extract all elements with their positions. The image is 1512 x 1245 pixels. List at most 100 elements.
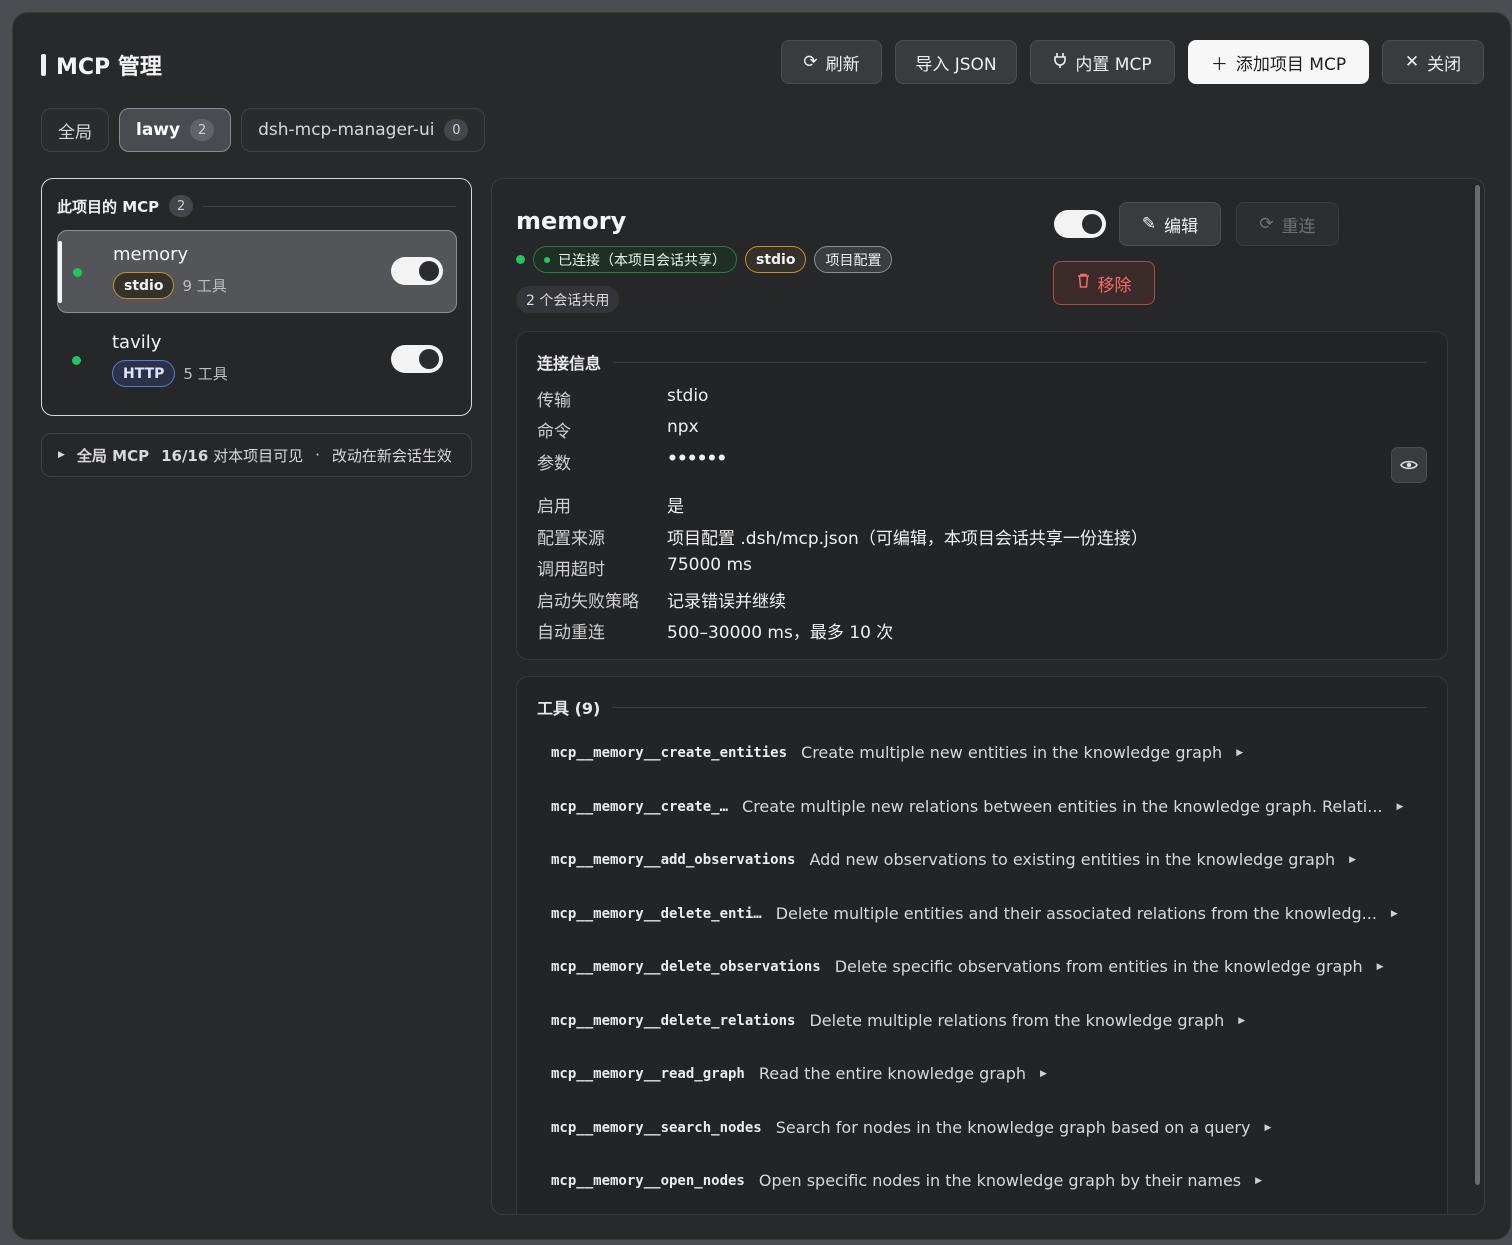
tool-item[interactable]: mcp__memory__delete_observations Delete s… bbox=[551, 957, 1384, 976]
toggle-knob bbox=[419, 261, 439, 281]
add-project-mcp-button[interactable]: ＋ 添加项目 MCP bbox=[1188, 40, 1369, 84]
global-visible-suffix: 对本项目可见 bbox=[213, 446, 304, 465]
detail-scrollbar[interactable] bbox=[1475, 185, 1480, 1185]
dialog-title: MCP 管理 bbox=[41, 49, 162, 81]
expand-arrow-icon: ▶ bbox=[1396, 801, 1404, 812]
tool-item[interactable]: mcp__memory__create_… Create multiple new… bbox=[551, 797, 1403, 816]
tool-name: mcp__memory__create_entities bbox=[551, 744, 788, 761]
remove-button[interactable]: 移除 bbox=[1053, 261, 1155, 305]
tab-count-badge: 2 bbox=[190, 119, 215, 141]
info-value: 项目配置 .dsh/mcp.json（可编辑，本项目会话共享一份连接） bbox=[667, 529, 1148, 549]
info-key: 命令 bbox=[537, 422, 571, 442]
project-mcp-title: 此项目的 MCP bbox=[57, 197, 160, 216]
project-mcp-heading: 此项目的 MCP 2 bbox=[57, 195, 456, 217]
tool-item[interactable]: mcp__memory__create_entities Create multi… bbox=[551, 743, 1243, 762]
plug-icon bbox=[1053, 52, 1067, 73]
tool-description: Add new observations to existing entitie… bbox=[809, 850, 1336, 869]
expand-arrow-icon: ▶ bbox=[1349, 854, 1357, 865]
heading-divider bbox=[613, 361, 1427, 363]
tool-description: Open specific nodes in the knowledge gra… bbox=[758, 1171, 1242, 1190]
info-value: 记录错误并继续 bbox=[667, 592, 786, 612]
tool-item[interactable]: mcp__memory__delete_relations Delete mult… bbox=[551, 1011, 1245, 1030]
tool-description: Delete multiple relations from the knowl… bbox=[809, 1011, 1225, 1030]
info-key: 调用超时 bbox=[537, 560, 605, 580]
selection-indicator bbox=[58, 241, 62, 303]
expand-arrow-icon: ▶ bbox=[1236, 747, 1244, 758]
tool-description: Delete multiple entities and their assoc… bbox=[775, 904, 1377, 923]
status-dot-icon bbox=[72, 356, 81, 365]
expand-arrow-icon: ▶ bbox=[58, 450, 65, 460]
global-mcp-label: 全局 MCP bbox=[76, 446, 150, 465]
reconnect-label: 重连 bbox=[1281, 216, 1316, 237]
info-value: 75000 ms bbox=[667, 555, 752, 575]
tool-name: mcp__memory__create_… bbox=[551, 798, 729, 815]
info-row-transport: 传输 stdio bbox=[537, 386, 708, 411]
info-key: 启用 bbox=[537, 497, 571, 517]
connection-info-heading: 连接信息 bbox=[537, 350, 1427, 374]
connection-status-text: 已连接（本项目会话共享） bbox=[558, 252, 726, 269]
eye-icon bbox=[1400, 456, 1418, 475]
info-value: 500–30000 ms，最多 10 次 bbox=[667, 623, 894, 643]
tool-item[interactable]: mcp__memory__add_observations Add new obs… bbox=[551, 850, 1356, 869]
info-value: stdio bbox=[667, 386, 709, 406]
mcp-list-item-tavily[interactable]: tavily HTTP 5 工具 bbox=[57, 319, 457, 402]
heading-divider bbox=[203, 205, 456, 207]
transport-badge: HTTP bbox=[112, 360, 176, 387]
status-dot-icon bbox=[544, 256, 550, 263]
mcp-list-item-memory[interactable]: memory stdio 9 工具 bbox=[57, 230, 457, 313]
info-row-auto-reconnect: 自动重连 500–30000 ms，最多 10 次 bbox=[537, 618, 893, 643]
global-mcp-note: 改动在新会话生效 bbox=[331, 446, 452, 465]
info-key: 传输 bbox=[537, 391, 571, 411]
expand-arrow-icon: ▶ bbox=[1238, 1015, 1246, 1026]
remove-label: 移除 bbox=[1097, 275, 1132, 296]
tool-name: mcp__memory__add_observations bbox=[551, 851, 796, 868]
tool-name: mcp__memory__delete_relations bbox=[551, 1012, 796, 1029]
source-badge: 项目配置 bbox=[814, 246, 893, 273]
refresh-icon: ⟳ bbox=[1259, 214, 1274, 234]
tool-description: Create multiple new relations between en… bbox=[742, 797, 1383, 816]
enable-toggle[interactable] bbox=[391, 257, 443, 285]
refresh-button[interactable]: ⟳ 刷新 bbox=[781, 40, 882, 84]
status-dot-icon bbox=[73, 268, 82, 277]
tab-lawy[interactable]: lawy 2 bbox=[119, 108, 232, 152]
tab-dsh-mcp-manager-ui[interactable]: dsh-mcp-manager-ui 0 bbox=[241, 108, 486, 152]
tool-description: Delete specific observations from entiti… bbox=[834, 957, 1363, 976]
tool-item[interactable]: mcp__memory__delete_enti… Delete multiple… bbox=[551, 904, 1398, 923]
global-mcp-expander[interactable]: ▶ 全局 MCP 16/16 对本项目可见 · 改动在新会话生效 bbox=[41, 433, 472, 477]
info-row-config-source: 配置来源 项目配置 .dsh/mcp.json（可编辑，本项目会话共享一份连接） bbox=[537, 524, 1148, 549]
tool-name: mcp__memory__open_nodes bbox=[551, 1172, 745, 1189]
tool-item[interactable]: mcp__memory__read_graph Read the entire k… bbox=[551, 1064, 1047, 1083]
enable-toggle[interactable] bbox=[391, 345, 443, 373]
builtin-mcp-button[interactable]: 内置 MCP bbox=[1030, 40, 1175, 84]
detail-enable-toggle[interactable] bbox=[1054, 210, 1106, 238]
tab-label: lawy bbox=[136, 120, 181, 140]
connection-status-badge: 已连接（本项目会话共享） bbox=[533, 246, 737, 273]
expand-arrow-icon: ▶ bbox=[1264, 1122, 1272, 1133]
transport-badge: stdio bbox=[113, 272, 175, 299]
trash-icon bbox=[1077, 273, 1090, 293]
reconnect-button[interactable]: ⟳ 重连 bbox=[1236, 202, 1339, 246]
project-mcp-list: 此项目的 MCP 2 memory stdio 9 工具 tavily HTTP… bbox=[41, 178, 472, 416]
project-tabs: 全局 lawy 2 dsh-mcp-manager-ui 0 bbox=[41, 108, 486, 152]
close-icon: ✕ bbox=[1404, 52, 1420, 72]
import-json-button[interactable]: 导入 JSON bbox=[895, 40, 1017, 84]
reveal-args-button[interactable] bbox=[1391, 447, 1427, 483]
mcp-meta: HTTP 5 工具 bbox=[112, 360, 228, 387]
status-dot-icon bbox=[516, 255, 525, 264]
info-key: 参数 bbox=[537, 454, 571, 474]
tool-item[interactable]: mcp__memory__search_nodes Search for node… bbox=[551, 1118, 1271, 1137]
project-mcp-count: 2 bbox=[169, 195, 194, 217]
mcp-manager-dialog: MCP 管理 ⟳ 刷新 导入 JSON 内置 MCP ＋ 添加项目 MCP ✕ … bbox=[12, 12, 1511, 1240]
tool-count: 9 工具 bbox=[182, 277, 227, 295]
tool-name: mcp__memory__read_graph bbox=[551, 1065, 745, 1082]
mcp-detail-panel: memory 已连接（本项目会话共享） stdio 项目配置 2 个会话共用 ✎… bbox=[491, 178, 1485, 1215]
pencil-icon: ✎ bbox=[1141, 214, 1157, 234]
close-button[interactable]: ✕ 关闭 bbox=[1382, 40, 1484, 84]
tab-global[interactable]: 全局 bbox=[41, 108, 109, 152]
expand-arrow-icon: ▶ bbox=[1255, 1175, 1263, 1186]
tool-name: mcp__memory__search_nodes bbox=[551, 1119, 762, 1136]
edit-button[interactable]: ✎ 编辑 bbox=[1119, 202, 1221, 246]
tools-heading: 工具 (9) bbox=[537, 695, 1427, 719]
tool-item[interactable]: mcp__memory__open_nodes Open specific nod… bbox=[551, 1171, 1262, 1190]
info-value-masked: •••••• bbox=[667, 449, 727, 469]
